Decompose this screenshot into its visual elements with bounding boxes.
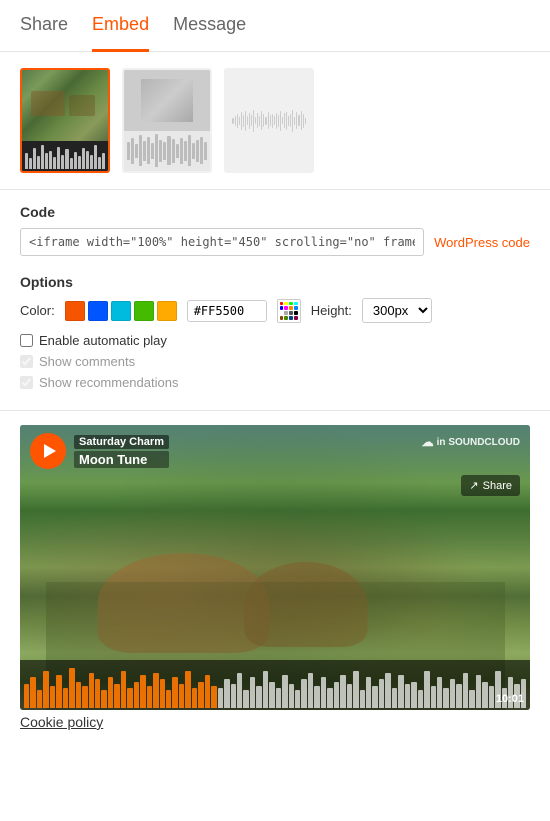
theme-thumbnails [0,52,550,190]
tab-bar: Share Embed Message [0,0,550,52]
autoplay-label: Enable automatic play [39,333,167,348]
theme-thumb-1[interactable] [20,68,110,173]
options-label: Options [20,274,530,290]
swatch-green[interactable] [134,301,154,321]
track-title: Moon Tune [74,451,169,468]
color-option-row: Color: Height: [20,298,530,323]
play-icon [44,444,56,458]
tab-share[interactable]: Share [20,14,68,52]
tab-message[interactable]: Message [173,14,246,52]
height-select[interactable]: 166px 300px 450px [362,298,432,323]
code-label: Code [20,204,530,220]
comments-row: Show comments [20,354,530,369]
track-artist: Saturday Charm [74,435,169,449]
swatch-blue[interactable] [88,301,108,321]
recommendations-row: Show recommendations [20,375,530,390]
soundcloud-logo: ☁ in SOUNDCLOUD [422,435,520,449]
share-arrow-icon: ↗ [469,479,478,492]
autoplay-checkbox[interactable] [20,334,33,347]
preview-top-bar: Saturday Charm Moon Tune [20,425,530,477]
color-hex-input[interactable] [187,300,267,322]
theme-thumb-3[interactable] [224,68,314,173]
show-recommendations-checkbox[interactable] [20,376,33,389]
swatch-yellow[interactable] [157,301,177,321]
share-label: Share [483,480,512,492]
cookie-policy-link[interactable]: Cookie policy [20,714,103,730]
preview-play-button[interactable] [30,433,66,469]
tab-embed[interactable]: Embed [92,14,149,52]
height-label: Height: [311,303,352,318]
preview-share-button[interactable]: ↗ Share [461,475,520,496]
swatch-cyan[interactable] [111,301,131,321]
color-swatches [65,301,177,321]
preview-container: Saturday Charm Moon Tune ☁ in SOUNDCLOUD… [20,425,530,710]
soundcloud-text: in SOUNDCLOUD [437,437,520,448]
show-recommendations-label: Show recommendations [39,375,178,390]
code-input[interactable] [20,228,424,256]
track-info: Saturday Charm Moon Tune [74,435,169,468]
preview-waveform[interactable] [20,660,530,710]
preview-time: 10:01 [496,693,524,705]
theme-thumb-2[interactable] [122,68,212,173]
show-comments-checkbox[interactable] [20,355,33,368]
options-section: Options Color: H [0,270,550,411]
color-label: Color: [20,303,55,318]
soundcloud-cloud-icon: ☁ [422,435,434,449]
show-comments-label: Show comments [39,354,135,369]
cookie-policy-row: Cookie policy [20,714,530,730]
color-picker-icon[interactable] [277,299,301,323]
wordpress-code-link[interactable]: WordPress code [434,235,530,250]
code-section: Code WordPress code [0,190,550,270]
swatch-orange[interactable] [65,301,85,321]
autoplay-row: Enable automatic play [20,333,530,348]
